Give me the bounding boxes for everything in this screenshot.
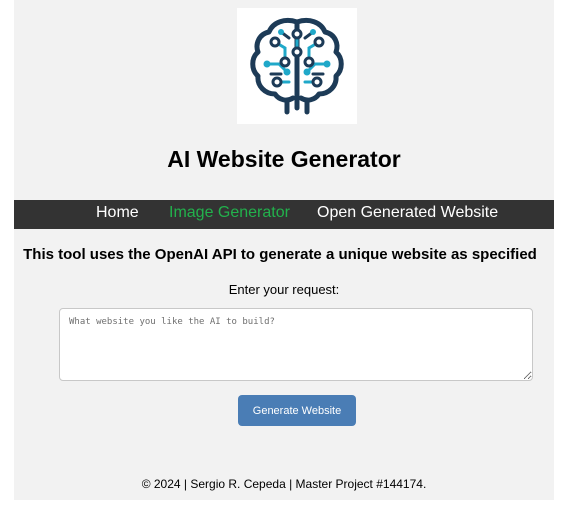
nav-link-open-generated-website[interactable]: Open Generated Website	[317, 204, 498, 222]
nav-link-home[interactable]: Home	[96, 204, 139, 222]
generate-website-button[interactable]: Generate Website	[238, 395, 356, 426]
top-nav: Home Image Generator Open Generated Webs…	[14, 200, 554, 229]
nav-link-image-generator[interactable]: Image Generator	[169, 204, 290, 222]
page-title: AI Website Generator	[167, 146, 401, 172]
intro-text: This tool uses the OpenAI API to generat…	[23, 246, 537, 263]
main-container: AI Website Generator Home Image Generato…	[14, 0, 554, 500]
footer-text: © 2024 | Sergio R. Cepeda | Master Proje…	[141, 477, 427, 491]
logo	[237, 8, 357, 124]
ai-brain-circuit-logo-icon	[250, 17, 344, 115]
request-input[interactable]	[59, 308, 533, 381]
request-label: Enter your request:	[228, 282, 340, 297]
page: AI Website Generator Home Image Generato…	[0, 0, 568, 506]
